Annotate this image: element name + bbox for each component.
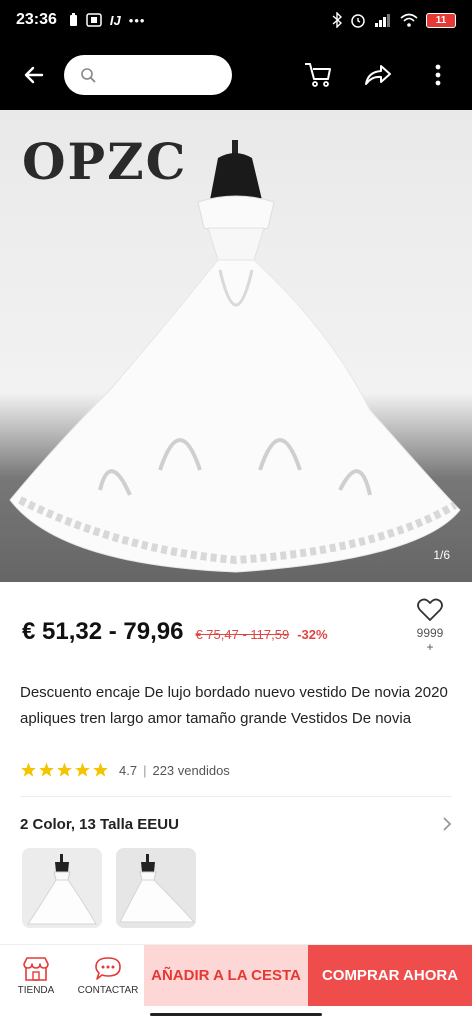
dress-thumbnail-image [116, 848, 196, 928]
brand-logo: OPZC [22, 132, 188, 191]
sold-count: 223 vendidos [152, 762, 230, 778]
variant-thumbnails [22, 848, 196, 928]
rating-value: 4.7 [119, 762, 138, 778]
old-price: € 75,47 - 117,59 [195, 627, 290, 642]
discount-badge: -32% [297, 627, 328, 642]
variant-thumbnail[interactable] [22, 848, 102, 928]
signal-icon [375, 14, 390, 27]
store-label: TIENDA [17, 984, 55, 996]
search-box[interactable] [64, 55, 232, 95]
status-right-icons: 11 [332, 12, 456, 28]
store-icon [23, 956, 49, 981]
cart-icon [305, 63, 331, 87]
divider [20, 796, 452, 797]
status-left-icons: IJ ••• [69, 13, 146, 28]
battery-saver-icon [69, 13, 77, 26]
chevron-right-icon [443, 817, 452, 831]
star-icon [57, 762, 72, 777]
variant-label: 2 Color, 13 Talla EEUU [20, 815, 179, 833]
star-icon [75, 762, 90, 777]
alarm-icon [351, 14, 365, 28]
share-button[interactable] [356, 53, 400, 97]
add-to-cart-button[interactable]: AÑADIR A LA CESTA [144, 945, 308, 1006]
rating-separator: | [143, 762, 147, 778]
status-time: 23:36 [16, 11, 57, 28]
product-title: Descuento encaje De lujo bordado nuevo v… [20, 684, 448, 727]
contact-button[interactable]: CONTACTAR [72, 945, 144, 1006]
star-icon [21, 762, 36, 777]
variant-selector[interactable]: 2 Color, 13 Talla EEUU [20, 810, 452, 838]
wishlist-button[interactable]: 9999 + [410, 598, 450, 654]
rating-row[interactable]: 4.7 | 223 vendidos [20, 762, 230, 778]
back-button[interactable] [12, 53, 56, 97]
heart-icon [417, 598, 443, 621]
price-row: € 51,32 - 79,96 € 75,47 - 117,59 -32% [22, 618, 328, 646]
gesture-nav-bar [0, 1006, 472, 1024]
star-icon [39, 762, 54, 777]
image-counter: 1/6 [433, 548, 450, 562]
wishlist-count: 9999 [416, 626, 444, 640]
dress-thumbnail-image [22, 848, 102, 928]
search-icon [81, 68, 96, 83]
status-bar: 23:36 IJ ••• 11 [0, 0, 472, 40]
back-arrow-icon [24, 66, 44, 84]
app-icon: IJ [109, 12, 121, 28]
bottom-action-bar: TIENDA CONTACTAR AÑADIR A LA CESTA COMPR… [0, 944, 472, 1006]
buy-now-button[interactable]: COMPRAR AHORA [308, 945, 472, 1006]
variant-thumbnail[interactable] [116, 848, 196, 928]
header-actions [296, 53, 460, 97]
wifi-icon [400, 13, 418, 27]
rating-stars [20, 762, 109, 778]
price: € 51,32 - 79,96 [22, 618, 184, 645]
wishlist-plus: + [426, 640, 434, 654]
contact-label: CONTACTAR [77, 984, 139, 996]
gesture-handle[interactable] [150, 1013, 322, 1016]
share-icon [365, 65, 391, 85]
cart-button[interactable] [296, 53, 340, 97]
more-options-button[interactable] [416, 53, 460, 97]
product-image-gallery[interactable]: OPZC 1/6 [0, 110, 472, 582]
more-vertical-icon [435, 64, 441, 86]
star-icon [93, 762, 108, 777]
chat-icon [95, 956, 121, 980]
notification-icon [86, 13, 102, 27]
more-dots-icon: ••• [128, 12, 146, 28]
app-header [0, 40, 472, 110]
bluetooth-icon [332, 12, 342, 28]
store-button[interactable]: TIENDA [0, 945, 72, 1006]
battery-indicator: 11 [426, 12, 456, 28]
search-input[interactable] [106, 67, 206, 83]
